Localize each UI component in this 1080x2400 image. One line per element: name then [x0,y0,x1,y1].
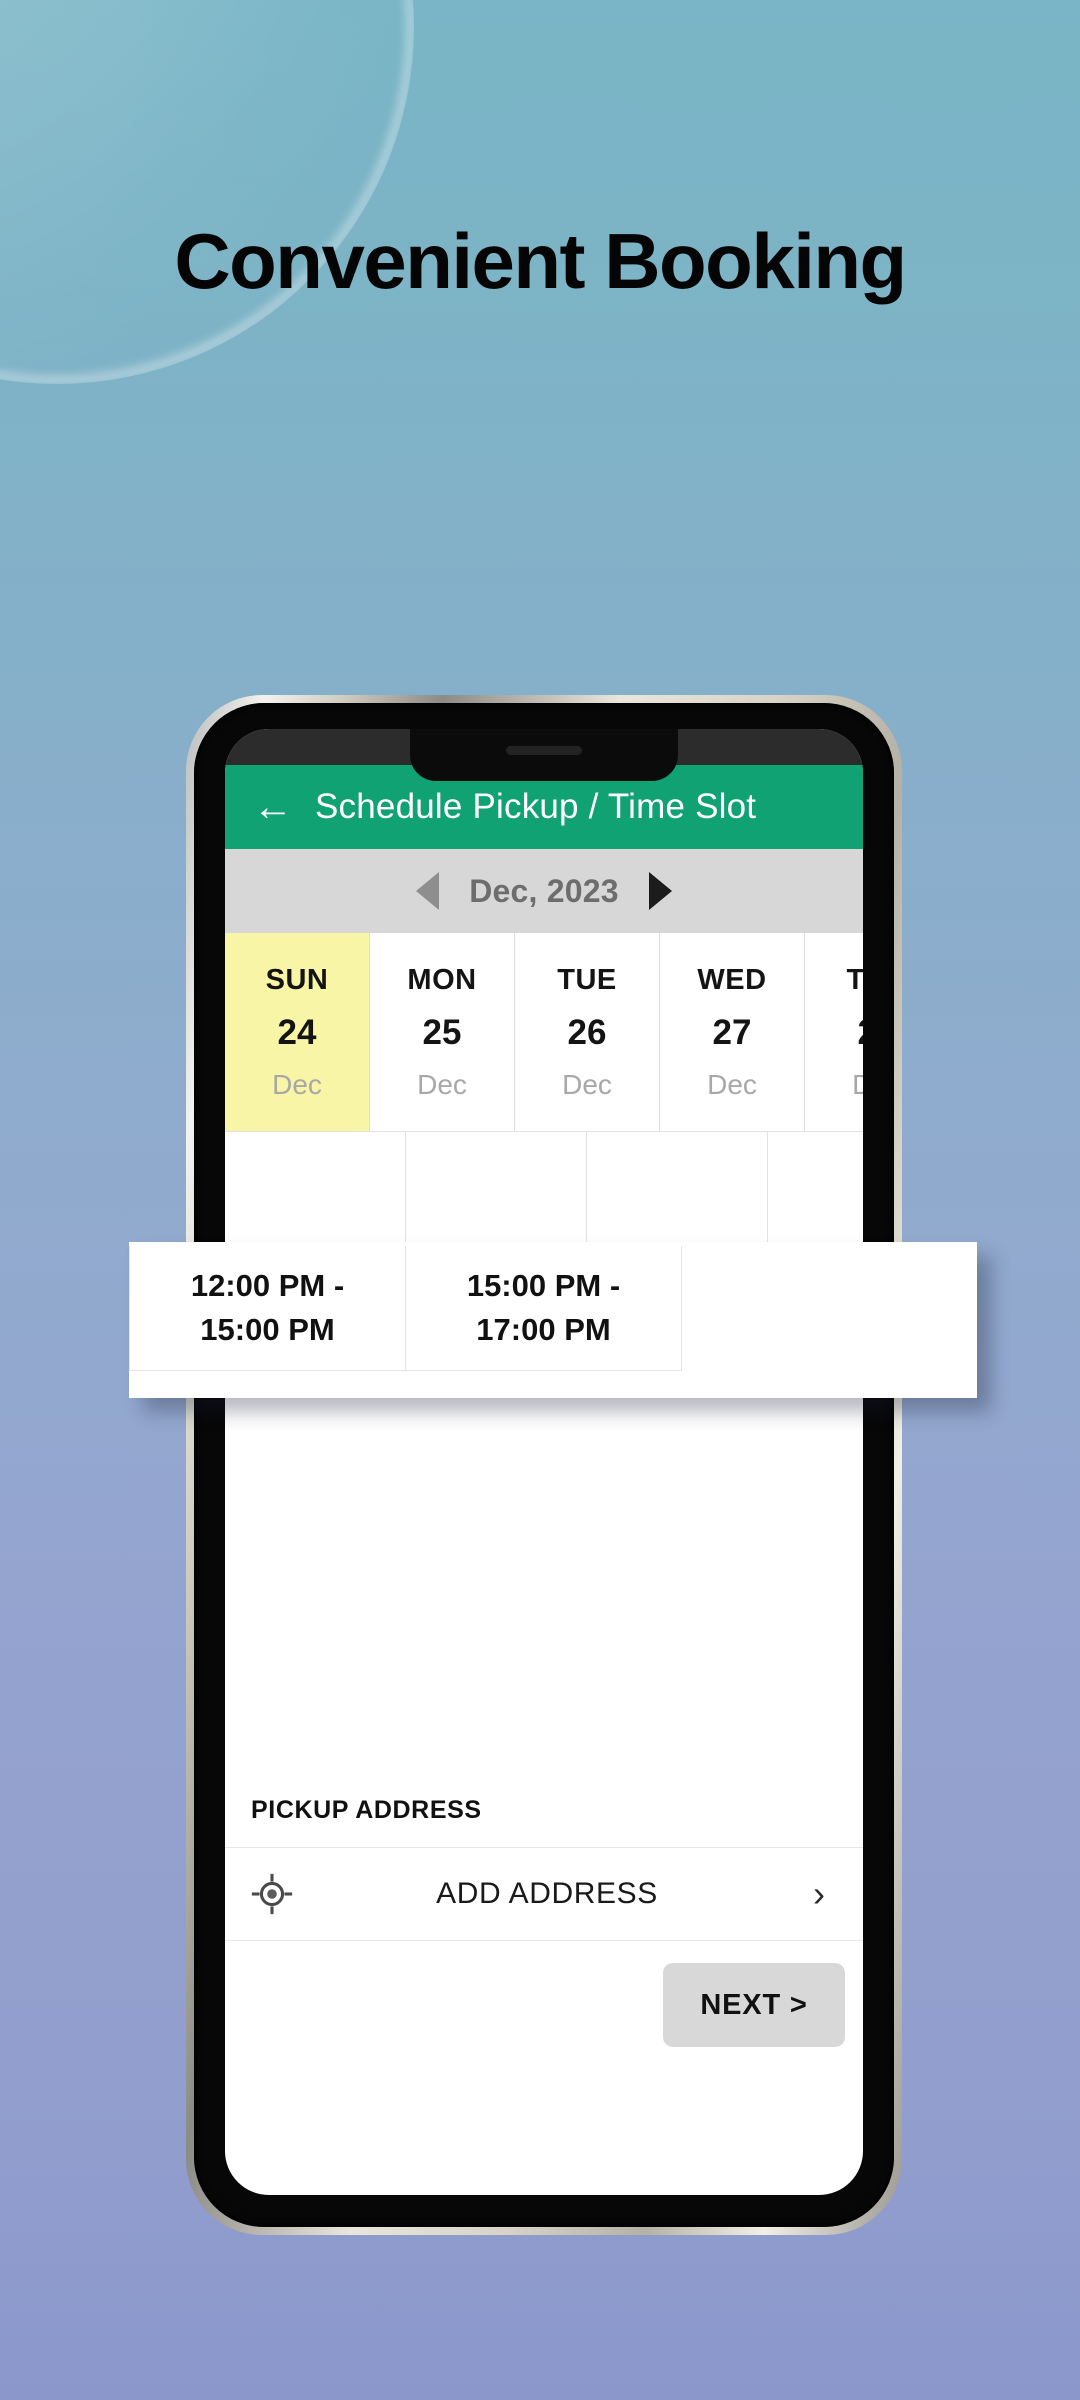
time-slot-card-1[interactable]: 12:00 PM - 15:00 PM [129,1246,406,1371]
triangle-right-icon[interactable] [648,872,672,910]
add-address-label: ADD ADDRESS [436,1877,658,1910]
chevron-right-icon[interactable]: › [799,1873,839,1915]
triangle-left-icon[interactable] [416,872,440,910]
pickup-address-section-label: PICKUP ADDRESS [225,1773,863,1847]
date-dow: TUE [557,963,617,996]
time-slot-card-2[interactable]: 15:00 PM - 17:00 PM [406,1246,682,1371]
date-cell-thu-28[interactable]: THU 28 Dec [805,933,863,1131]
promo-screenshot: Convenient Booking ← Schedule Pickup / T… [0,0,1080,2400]
date-dow: THU [846,963,863,996]
date-dow: WED [697,963,767,996]
date-day: 27 [712,1012,752,1052]
date-cell-tue-26[interactable]: TUE 26 Dec [515,933,660,1131]
date-month: Dec [707,1068,757,1100]
next-button[interactable]: NEXT > [663,1963,845,2047]
date-cell-sun-24[interactable]: SUN 24 Dec [225,933,370,1131]
footer-bar: NEXT > [225,1941,863,2071]
earpiece-speaker-icon [506,746,582,755]
time-slot-end: 17:00 PM [476,1312,611,1347]
date-cell-mon-25[interactable]: MON 25 Dec [370,933,515,1131]
date-day: 28 [858,1013,863,1053]
time-slot-start: 12:00 PM - [190,1268,345,1303]
page-title: Convenient Booking [174,217,907,305]
phone-mockup: ← Schedule Pickup / Time Slot Dec, 2023 … [186,695,902,2235]
date-day: 25 [422,1012,462,1052]
app-bar-title: Schedule Pickup / Time Slot [315,787,757,826]
date-month: Dec [562,1068,612,1100]
time-slot-list: 12:00 PM - 15:00 PM 15:00 PM - 17:00 PM [129,1242,977,1371]
back-arrow-icon[interactable]: ← [251,785,295,829]
date-day: 26 [567,1012,607,1052]
my-location-icon [249,1871,295,1917]
month-label: Dec, 2023 [469,872,619,909]
date-cell-wed-27[interactable]: WED 27 Dec [660,933,805,1131]
date-day: 24 [277,1012,317,1052]
time-slot-overlay-panel: 12:00 PM - 15:00 PM 15:00 PM - 17:00 PM [129,1242,977,1398]
date-month: Dec [272,1068,322,1100]
date-month: Dec [417,1068,467,1100]
time-slot-end: 15:00 PM [200,1312,335,1347]
phone-notch [410,729,678,781]
phone-screen: ← Schedule Pickup / Time Slot Dec, 2023 … [225,729,863,2195]
date-month: Dec [852,1068,863,1100]
month-navigator: Dec, 2023 [225,849,863,933]
decorative-sphere-rim [0,0,414,384]
date-dow: MON [407,963,477,996]
time-slot-start: 15:00 PM - [466,1268,621,1303]
add-address-row[interactable]: ADD ADDRESS › [225,1847,863,1941]
date-strip[interactable]: SUN 24 Dec MON 25 Dec TUE 26 Dec WED 27 [225,933,863,1132]
date-dow: SUN [265,963,329,996]
